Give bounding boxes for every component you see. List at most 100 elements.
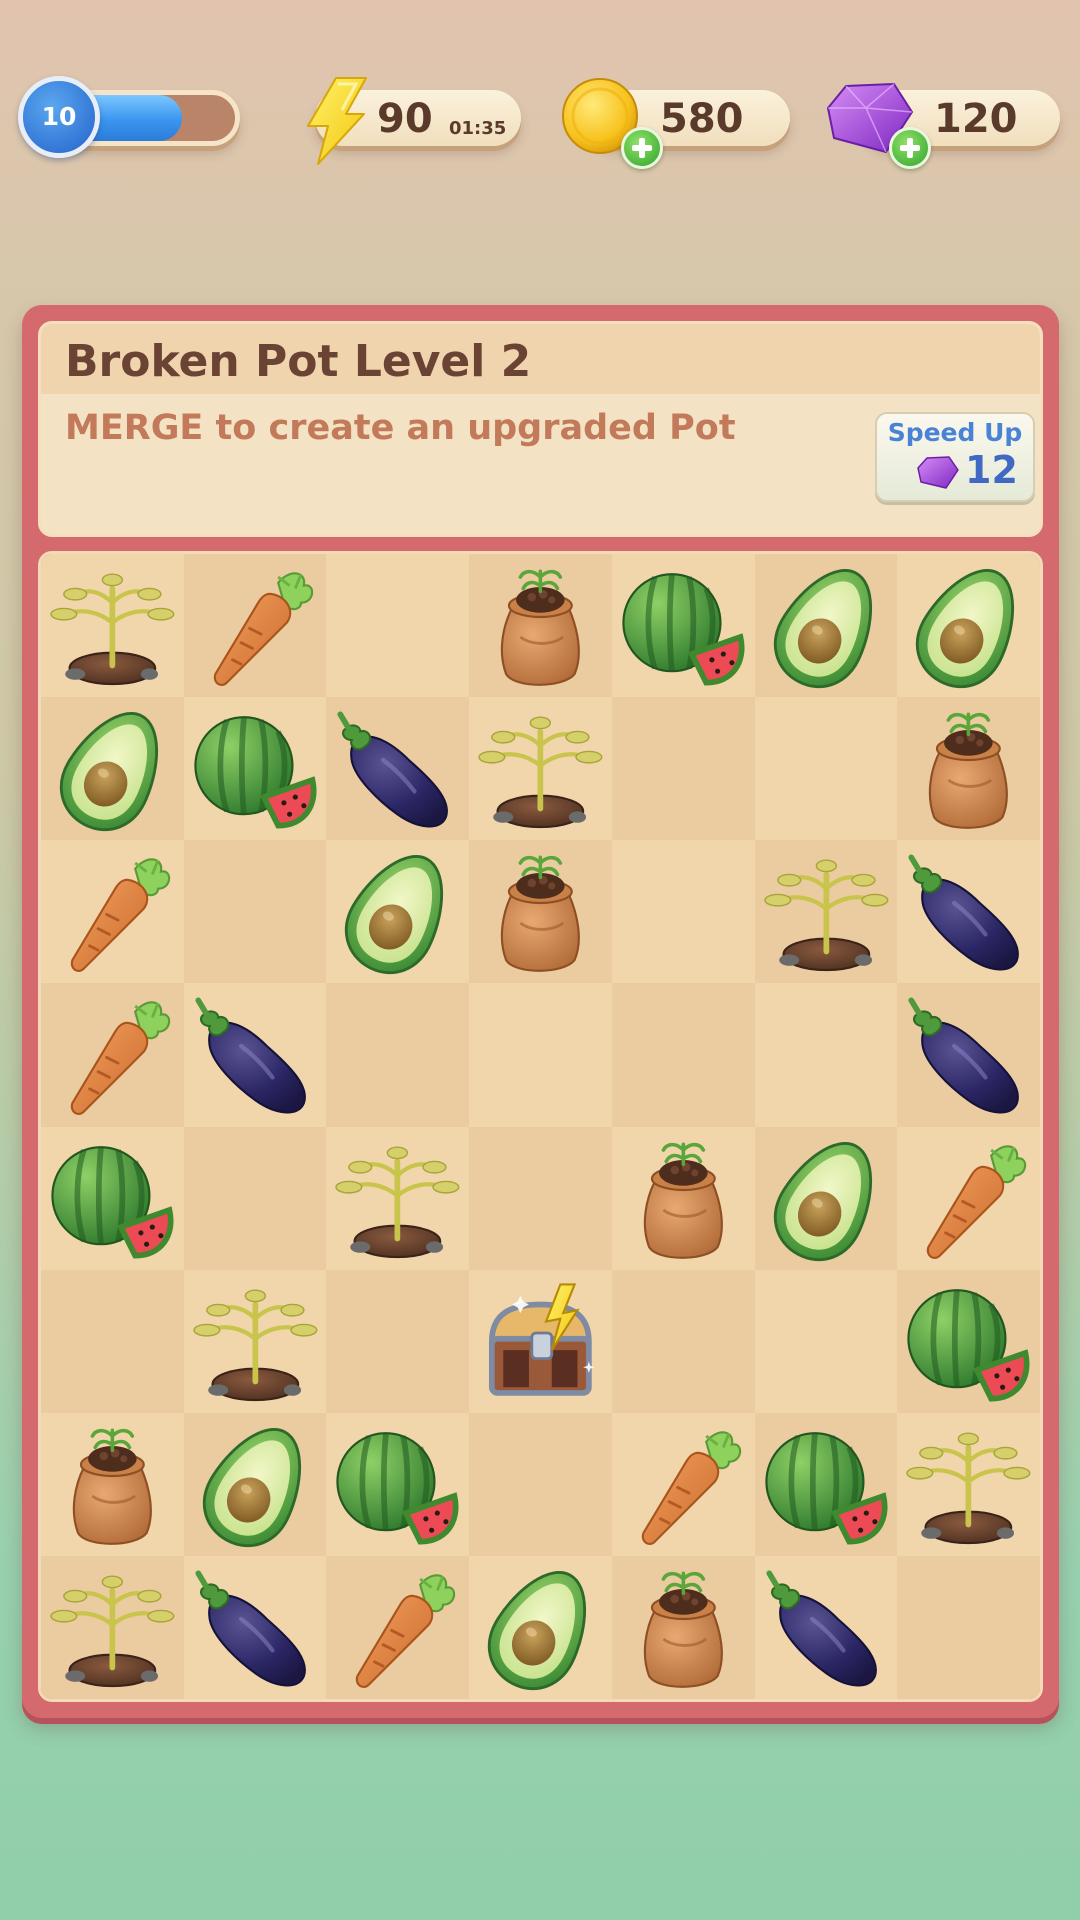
watermelon-icon[interactable] bbox=[41, 1127, 184, 1270]
sprout-icon[interactable] bbox=[755, 840, 898, 983]
grid-cell[interactable] bbox=[611, 1555, 755, 1699]
grid-cell[interactable] bbox=[41, 1412, 184, 1556]
grid-cell[interactable] bbox=[183, 1269, 327, 1413]
grid-cell[interactable] bbox=[469, 1126, 612, 1270]
grid-cell[interactable] bbox=[183, 983, 327, 1127]
grid-cell[interactable] bbox=[611, 840, 755, 984]
level-indicator[interactable]: 10 bbox=[18, 76, 243, 158]
seed-bag-icon[interactable] bbox=[612, 1556, 755, 1699]
grid-cell[interactable] bbox=[897, 840, 1040, 984]
grid-cell[interactable] bbox=[183, 1412, 327, 1556]
avocado-icon[interactable] bbox=[184, 1413, 327, 1556]
grid-cell[interactable] bbox=[754, 840, 898, 984]
grid-cell[interactable] bbox=[326, 554, 470, 698]
grid-cell[interactable] bbox=[754, 1412, 898, 1556]
watermelon-icon[interactable] bbox=[184, 697, 327, 840]
grid-cell[interactable] bbox=[897, 1555, 1040, 1699]
seed-bag-icon[interactable] bbox=[469, 554, 612, 697]
watermelon-icon[interactable] bbox=[612, 554, 755, 697]
grid-cell[interactable] bbox=[754, 1126, 898, 1270]
avocado-icon[interactable] bbox=[755, 554, 898, 697]
seed-bag-icon[interactable] bbox=[469, 840, 612, 983]
sprout-icon[interactable] bbox=[41, 1556, 184, 1699]
grid-cell[interactable] bbox=[611, 983, 755, 1127]
grid-cell[interactable] bbox=[611, 1269, 755, 1413]
grid-cell[interactable] bbox=[41, 983, 184, 1127]
avocado-icon[interactable] bbox=[469, 1556, 612, 1699]
grid-cell[interactable] bbox=[326, 840, 470, 984]
avocado-icon[interactable] bbox=[755, 1127, 898, 1270]
grid-cell[interactable] bbox=[183, 1126, 327, 1270]
grid-cell[interactable] bbox=[326, 697, 470, 841]
grid-cell[interactable] bbox=[41, 1126, 184, 1270]
sprout-icon[interactable] bbox=[184, 1270, 327, 1413]
grid-cell[interactable] bbox=[754, 1555, 898, 1699]
watermelon-icon[interactable] bbox=[326, 1413, 469, 1556]
grid-cell[interactable] bbox=[897, 697, 1040, 841]
sprout-icon[interactable] bbox=[41, 554, 184, 697]
seed-bag-icon[interactable] bbox=[41, 1413, 184, 1556]
grid-cell[interactable] bbox=[183, 840, 327, 984]
grid-cell[interactable] bbox=[469, 1412, 612, 1556]
grid-cell[interactable] bbox=[183, 554, 327, 698]
grid-cell[interactable] bbox=[611, 554, 755, 698]
carrot-icon[interactable] bbox=[326, 1556, 469, 1699]
grid-cell[interactable] bbox=[897, 1269, 1040, 1413]
grid-cell[interactable] bbox=[754, 554, 898, 698]
sprout-icon[interactable] bbox=[469, 697, 612, 840]
energy-refill-timer: 01:35 bbox=[449, 118, 507, 139]
grid-cell[interactable] bbox=[754, 1269, 898, 1413]
grid-cell[interactable] bbox=[41, 1269, 184, 1413]
add-coins-button[interactable] bbox=[621, 127, 663, 169]
seed-bag-icon[interactable] bbox=[897, 697, 1040, 840]
grid-cell[interactable] bbox=[41, 554, 184, 698]
grid-cell[interactable] bbox=[326, 1412, 470, 1556]
carrot-icon[interactable] bbox=[184, 554, 327, 697]
eggplant-icon[interactable] bbox=[326, 697, 469, 840]
grid-cell[interactable] bbox=[469, 554, 612, 698]
eggplant-icon[interactable] bbox=[755, 1556, 898, 1699]
grid-cell[interactable] bbox=[41, 697, 184, 841]
sprout-icon[interactable] bbox=[897, 1413, 1040, 1556]
add-gems-button[interactable] bbox=[889, 127, 931, 169]
grid-cell[interactable] bbox=[897, 554, 1040, 698]
grid-cell[interactable] bbox=[326, 983, 470, 1127]
eggplant-icon[interactable] bbox=[184, 983, 327, 1126]
grid-cell[interactable] bbox=[897, 983, 1040, 1127]
watermelon-icon[interactable] bbox=[755, 1413, 898, 1556]
grid-cell[interactable] bbox=[469, 697, 612, 841]
grid-cell[interactable] bbox=[611, 1412, 755, 1556]
grid-cell[interactable] bbox=[41, 840, 184, 984]
seed-bag-icon[interactable] bbox=[612, 1127, 755, 1270]
eggplant-icon[interactable] bbox=[897, 840, 1040, 983]
carrot-icon[interactable] bbox=[41, 840, 184, 983]
grid-cell[interactable] bbox=[41, 1555, 184, 1699]
grid-cell[interactable] bbox=[897, 1126, 1040, 1270]
carrot-icon[interactable] bbox=[41, 983, 184, 1126]
grid-cell[interactable] bbox=[611, 1126, 755, 1270]
grid-cell[interactable] bbox=[754, 697, 898, 841]
watermelon-icon[interactable] bbox=[897, 1270, 1040, 1413]
grid-cell[interactable] bbox=[469, 1555, 612, 1699]
carrot-icon[interactable] bbox=[612, 1413, 755, 1556]
eggplant-icon[interactable] bbox=[897, 983, 1040, 1126]
speed-up-button[interactable]: Speed Up 12 bbox=[875, 412, 1035, 502]
grid-cell[interactable] bbox=[326, 1555, 470, 1699]
grid-cell[interactable] bbox=[183, 697, 327, 841]
grid-cell[interactable] bbox=[754, 983, 898, 1127]
carrot-icon[interactable] bbox=[897, 1127, 1040, 1270]
grid-cell[interactable] bbox=[469, 983, 612, 1127]
grid-cell[interactable] bbox=[897, 1412, 1040, 1556]
grid-cell[interactable] bbox=[326, 1126, 470, 1270]
grid-cell[interactable] bbox=[611, 697, 755, 841]
sprout-icon[interactable] bbox=[326, 1127, 469, 1270]
grid-cell[interactable] bbox=[183, 1555, 327, 1699]
eggplant-icon[interactable] bbox=[184, 1556, 327, 1699]
grid-cell[interactable] bbox=[469, 840, 612, 984]
grid-cell[interactable] bbox=[326, 1269, 470, 1413]
avocado-icon[interactable] bbox=[897, 554, 1040, 697]
treasure-chest-icon[interactable] bbox=[469, 1270, 612, 1413]
grid-cell[interactable] bbox=[469, 1269, 612, 1413]
avocado-icon[interactable] bbox=[41, 697, 184, 840]
avocado-icon[interactable] bbox=[326, 840, 469, 983]
